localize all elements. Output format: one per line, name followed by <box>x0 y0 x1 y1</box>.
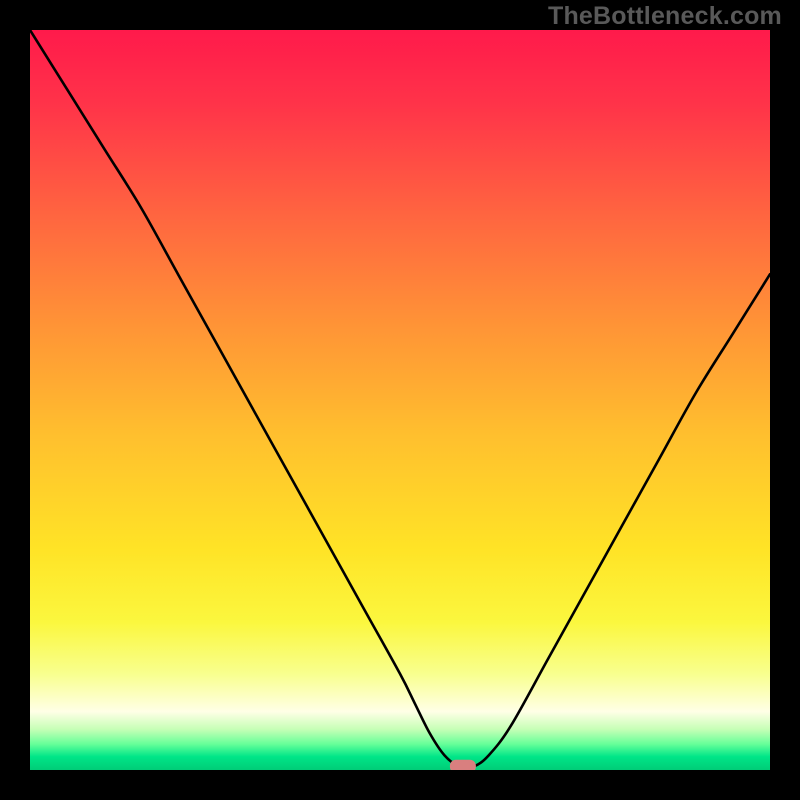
chart-container: TheBottleneck.com <box>0 0 800 800</box>
background-gradient <box>30 30 770 770</box>
chart-svg <box>30 30 770 770</box>
optimal-marker <box>450 760 476 770</box>
plot-area <box>30 30 770 770</box>
watermark-text: TheBottleneck.com <box>548 2 782 31</box>
